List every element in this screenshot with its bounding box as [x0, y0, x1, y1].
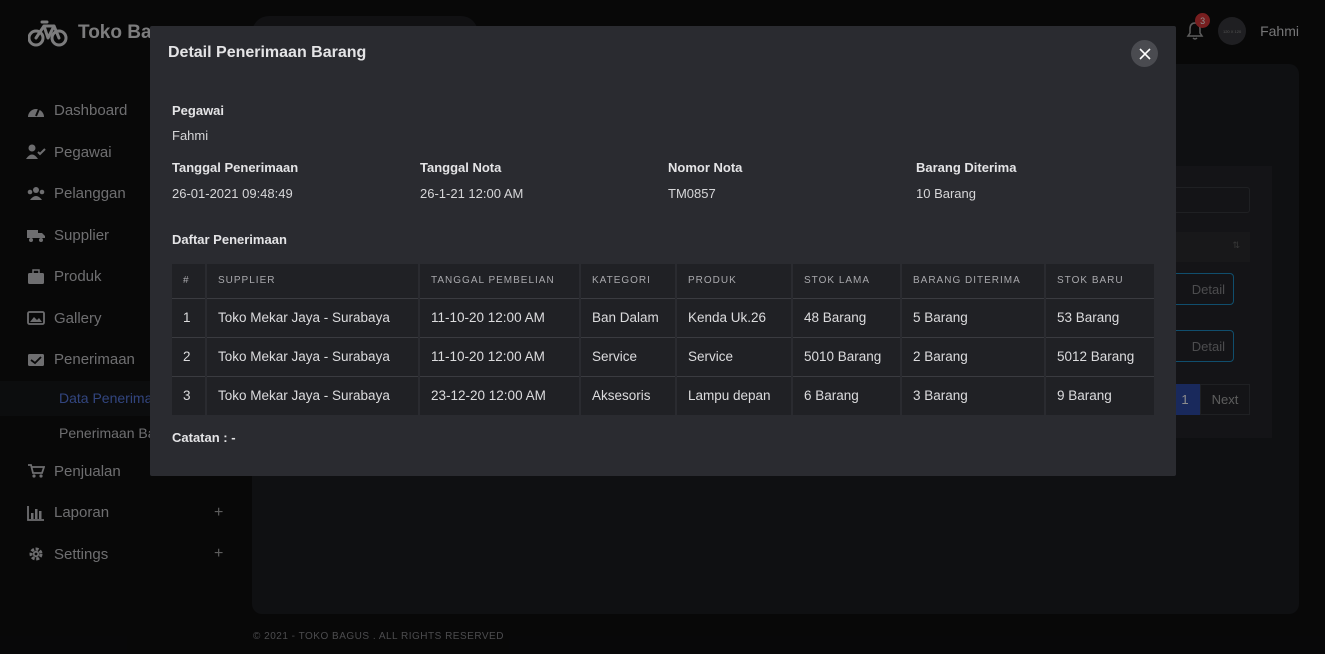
modal-title: Detail Penerimaan Barang [168, 44, 367, 61]
table-cell: 11-10-20 12:00 AM [419, 336, 581, 376]
column-header: BARANG DITERIMA [901, 264, 1046, 298]
tanggal-nota-label: Tanggal Nota [420, 160, 502, 175]
table-header-row: # SUPPLIER TANGGAL PEMBELIAN KATEGORI PR… [172, 264, 1154, 298]
table-cell: Service [676, 336, 793, 376]
table-cell: Lampu depan [676, 375, 793, 415]
close-icon [1138, 47, 1151, 60]
column-header: STOK LAMA [792, 264, 902, 298]
table-cell: 3 Barang [901, 375, 1046, 415]
table-cell: 3 [172, 375, 207, 415]
catatan: Catatan : - [172, 430, 236, 445]
tanggal-nota-value: 26-1-21 12:00 AM [420, 186, 524, 201]
column-header: PRODUK [676, 264, 793, 298]
column-header: TANGGAL PEMBELIAN [419, 264, 581, 298]
daftar-penerimaan-label: Daftar Penerimaan [172, 232, 287, 247]
tanggal-penerimaan-value: 26-01-2021 09:48:49 [172, 186, 293, 201]
table-cell: Kenda Uk.26 [676, 297, 793, 337]
table-cell: 11-10-20 12:00 AM [419, 297, 581, 337]
column-header: SUPPLIER [206, 264, 420, 298]
table-cell: 5 Barang [901, 297, 1046, 337]
column-header: # [172, 264, 207, 298]
table-cell: 5010 Barang [792, 336, 902, 376]
table-cell: 23-12-20 12:00 AM [419, 375, 581, 415]
table-cell: 2 [172, 336, 207, 376]
column-header: STOK BARU [1045, 264, 1154, 298]
nomor-nota-label: Nomor Nota [668, 160, 743, 175]
table-cell: Ban Dalam [580, 297, 677, 337]
table-cell: Toko Mekar Jaya - Surabaya [206, 375, 420, 415]
detail-modal: Detail Penerimaan Barang Pegawai Fahmi T… [150, 26, 1176, 476]
penerimaan-table: # SUPPLIER TANGGAL PEMBELIAN KATEGORI PR… [172, 264, 1154, 415]
tanggal-penerimaan-label: Tanggal Penerimaan [172, 160, 299, 175]
table-cell: 53 Barang [1045, 297, 1154, 337]
table-cell: 48 Barang [792, 297, 902, 337]
table-cell: Aksesoris [580, 375, 677, 415]
table-row: 2 Toko Mekar Jaya - Surabaya 11-10-20 12… [172, 336, 1154, 376]
table-row: 3 Toko Mekar Jaya - Surabaya 23-12-20 12… [172, 375, 1154, 415]
table-cell: 9 Barang [1045, 375, 1154, 415]
table-cell: Toko Mekar Jaya - Surabaya [206, 297, 420, 337]
pegawai-label: Pegawai [172, 103, 225, 118]
table-cell: 6 Barang [792, 375, 902, 415]
table-row: 1 Toko Mekar Jaya - Surabaya 11-10-20 12… [172, 297, 1154, 337]
table-cell: Toko Mekar Jaya - Surabaya [206, 336, 420, 376]
table-cell: Service [580, 336, 677, 376]
barang-diterima-value: 10 Barang [916, 186, 976, 201]
column-header: KATEGORI [580, 264, 677, 298]
table-cell: 5012 Barang [1045, 336, 1154, 376]
table-cell: 2 Barang [901, 336, 1046, 376]
barang-diterima-label: Barang Diterima [916, 160, 1017, 175]
table-cell: 1 [172, 297, 207, 337]
close-button[interactable] [1131, 40, 1158, 67]
pegawai-value: Fahmi [172, 128, 209, 143]
nomor-nota-value: TM0857 [668, 186, 716, 201]
